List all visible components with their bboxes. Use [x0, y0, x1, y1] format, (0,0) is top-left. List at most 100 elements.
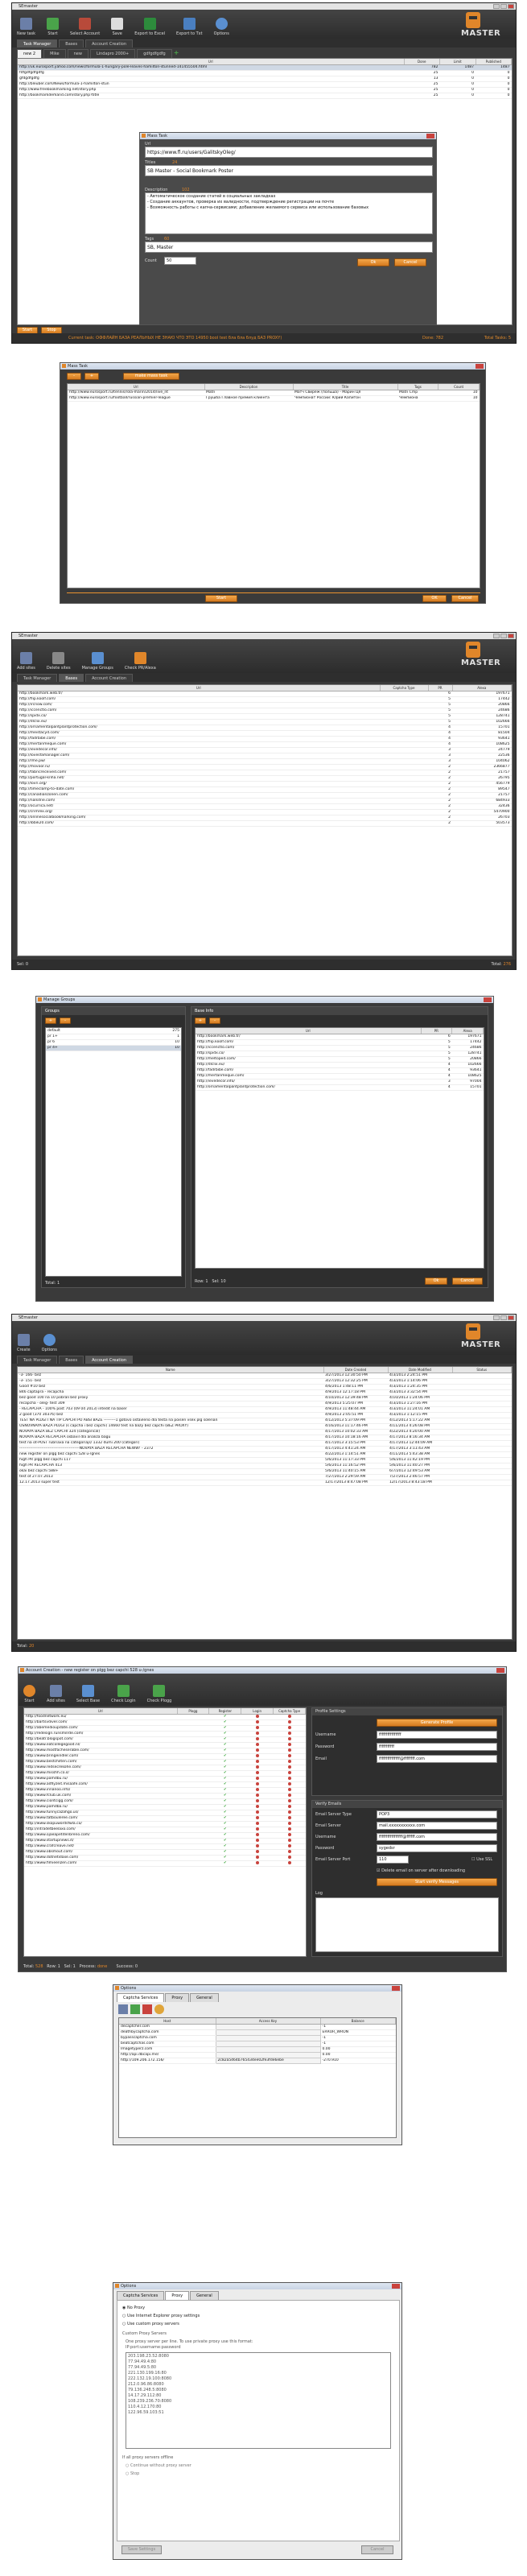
table-row[interactable]: 12.17.2013 super test 12/17/2013 8:47:08 … [18, 1480, 512, 1486]
select-base-button[interactable]: Select Base [76, 1685, 100, 1703]
table-row[interactable]: http://ircnow.com/5 20866 [18, 702, 512, 708]
delete-email-checkbox[interactable]: ☑ Delete email on server after downloadi… [377, 1868, 465, 1873]
table-row[interactable]: http://ibbik20.com/2 503573 [18, 820, 512, 827]
log-textarea[interactable] [315, 1897, 499, 1952]
tab-account-creation[interactable]: Account Creation [85, 39, 134, 47]
table-row[interactable]: http://ievedecor.info/3 97004 [196, 1079, 484, 1085]
tab-proxy[interactable]: Proxy [165, 1993, 190, 2002]
table-row[interactable]: TEST NA PLUGI I NA TIP CAPCHI PO ABSI BA… [18, 1418, 512, 1424]
table-row[interactable]: fdfgdfgdfgdfg 25 0 0 [18, 70, 512, 76]
refresh-icon[interactable] [154, 2004, 164, 2014]
group-item[interactable]: pr 1+ 1 [46, 1034, 181, 1040]
table-row[interactable]: http://www.obsmout.com/✔ [24, 1849, 306, 1856]
minimize-button[interactable] [493, 4, 500, 9]
table-row[interactable]: http://movoor.ru/2 2366877 [18, 764, 512, 770]
subtab-mike[interactable]: Mike [43, 49, 66, 58]
col-limit[interactable]: Limit [439, 59, 476, 65]
table-row[interactable]: 2 good (370 30376) bez 4/9/2013 2:05:51 P… [18, 1412, 512, 1418]
create-button[interactable]: Create [17, 1334, 31, 1352]
table-row[interactable]: http://bartsvdiver.com/✔ [24, 1719, 306, 1726]
table-row[interactable]: http://spidx.co/5 128741 [18, 713, 512, 720]
table-row[interactable]: http://www.tatbouleree.com/✔ [24, 1815, 306, 1822]
table-row[interactable]: http://ornamentalpantplantprotection.com… [196, 1084, 484, 1091]
table-row[interactable]: http://www.bringeindler.com/✔ [24, 1753, 306, 1760]
password-input[interactable]: fffffffffff [377, 1743, 497, 1751]
table-row[interactable]: OSNOVNAYA BAZA PLUGI (s capcha i bez cap… [18, 1423, 512, 1430]
table-row[interactable]: http://beatr.blogspot.com/✔ [24, 1736, 306, 1743]
ok-button[interactable]: Ok [425, 1278, 447, 1285]
no-proxy-radio[interactable]: ◉ No Proxy [122, 2306, 145, 2310]
table-row[interactable]: http://www.funnycazahgo.us/✔ [24, 1810, 306, 1816]
col-url[interactable]: Url [18, 59, 405, 65]
table-row[interactable]: http://ievedecor.info/3 24779 [18, 747, 512, 753]
server-port-input[interactable]: 110 [377, 1856, 409, 1864]
table-row[interactable]: http://fadrbibe.com/4 93641 [196, 1067, 484, 1074]
verify-password-input[interactable]: sygedsr [377, 1844, 497, 1852]
table-row[interactable]: http://mertanmeque.com/4 108625 [18, 741, 512, 748]
table-row[interactable]: http://www.innanoo.info/✔ [24, 1787, 306, 1794]
table-row[interactable]: http://109.206.172.156/2c82a5464b765434e… [119, 2057, 396, 2064]
table-row[interactable]: http://crimrex.org/2 5470900 [18, 809, 512, 815]
tab-bases[interactable]: Bases [59, 1356, 84, 1364]
subtab-new-2[interactable]: new 2 [17, 49, 43, 58]
close-button[interactable] [392, 2284, 400, 2289]
table-row[interactable]: http://spidx.co/5 128741 [196, 1051, 484, 1057]
export-excel-button[interactable]: Export to Excel [134, 18, 165, 36]
add-sites-button[interactable]: Add sites [47, 1685, 65, 1703]
table-row[interactable]: http://iccenctlo.com/5 24686 [196, 1045, 484, 1051]
table-row[interactable]: http://www.eurosport.ru/football/russian… [68, 395, 480, 402]
group-item[interactable]: pr 6 10 [46, 1039, 181, 1046]
table-row[interactable]: http://flip.koolf.com/5 17442 [18, 696, 512, 703]
col-done[interactable]: Done [404, 59, 440, 65]
make-mass-task-button[interactable]: make mass task [123, 373, 179, 380]
table-row[interactable]: http://www.misshh.co.il/✔ [24, 1770, 306, 1777]
table-row[interactable]: http://www.fimieenzen.com/✔ [24, 1860, 306, 1867]
close-button[interactable] [392, 1986, 400, 1991]
table-row[interactable]: http://mertanmeque.com/4 108625 [196, 1073, 484, 1080]
table-row[interactable]: http://nalsdrie.com/2 684933 [18, 798, 512, 804]
table-row[interactable]: http://www.freebookmarking.net/story.php… [18, 87, 512, 93]
select-account-button[interactable]: Select Account [70, 18, 100, 36]
table-row[interactable]: http://www.eurosport.ru/tennis/rola-mari… [68, 390, 480, 396]
tags-input[interactable]: SB, Master [145, 242, 433, 253]
table-row[interactable]: high PR plgg bez capchi 117 5/6/2013 11:1… [18, 1457, 512, 1463]
add-row-button[interactable]: + [84, 373, 99, 380]
table-row[interactable]: test na ot-POST rubriaxa na categoriajs/… [18, 1440, 512, 1447]
remove-site-button[interactable]: - [209, 1018, 220, 1024]
dialog-close-button[interactable] [426, 134, 434, 138]
table-row[interactable]: 846 captapra - recapcha 4/9/2013 12:17:18… [18, 1389, 512, 1396]
table-row[interactable]: http://www.crafcreave.net/✔ [24, 1843, 306, 1850]
ok-button[interactable]: OK [422, 595, 447, 602]
add-icon[interactable] [130, 2004, 140, 2014]
cancel-button[interactable]: Cancel [452, 1278, 483, 1285]
table-row[interactable]: http://uk.eurosport.yahoo.com/news/formu… [18, 64, 512, 71]
check-pr-alexa-button[interactable]: Check PR/Alexa [125, 652, 156, 671]
close-button[interactable] [508, 634, 514, 638]
check-plogg-button[interactable]: Check Plogg [147, 1685, 171, 1703]
table-row[interactable]: http://lovri.org/2 456779 [18, 781, 512, 787]
new-task-button[interactable]: New task [17, 18, 35, 36]
table-row[interactable]: decaptcher.com -1 [119, 2023, 396, 2030]
table-row[interactable]: http://www.fclub.uk.com/✔ [24, 1793, 306, 1799]
delete-row-button[interactable]: - [67, 373, 81, 380]
add-tab-icon[interactable]: + [174, 49, 179, 58]
table-row[interactable]: -3- 151- bez 3/27/2013 12:32:25 PM 4/3/201… [18, 1378, 512, 1385]
export-txt-button[interactable]: Export to Txt [176, 18, 203, 36]
delete-group-button[interactable]: - [60, 1018, 71, 1024]
tab-task-manager[interactable]: Task Manager [17, 674, 58, 682]
table-row[interactable]: bez good 100 na 10 pobrali bez proxy 4/10… [18, 1395, 512, 1402]
group-item[interactable]: pr 4+ 10 [46, 1045, 181, 1051]
group-item[interactable]: default 275 [46, 1028, 181, 1034]
table-row[interactable]: http://www.mostfacheserable.com/✔ [24, 1748, 306, 1754]
close-button[interactable] [508, 4, 514, 9]
table-row[interactable]: http://fadrbibe.com/4 93641 [18, 736, 512, 742]
close-button[interactable] [476, 364, 484, 369]
tab-task-manager[interactable]: Task Manager [17, 39, 58, 47]
table-row[interactable]: http://www.startupnews.it/✔ [24, 1838, 306, 1844]
cancel-button[interactable]: Cancel [451, 595, 479, 602]
subtab-lindapro[interactable]: Lindapro 2000+ [89, 49, 136, 58]
cancel-button[interactable]: Cancel [394, 258, 426, 266]
tab-captcha-services[interactable]: Captcha Services [117, 2291, 165, 2300]
start-verify-button[interactable]: Start verify Messages [377, 1878, 497, 1886]
email-server-input[interactable]: mail.xxxxxxxxxxx.com [377, 1822, 497, 1830]
